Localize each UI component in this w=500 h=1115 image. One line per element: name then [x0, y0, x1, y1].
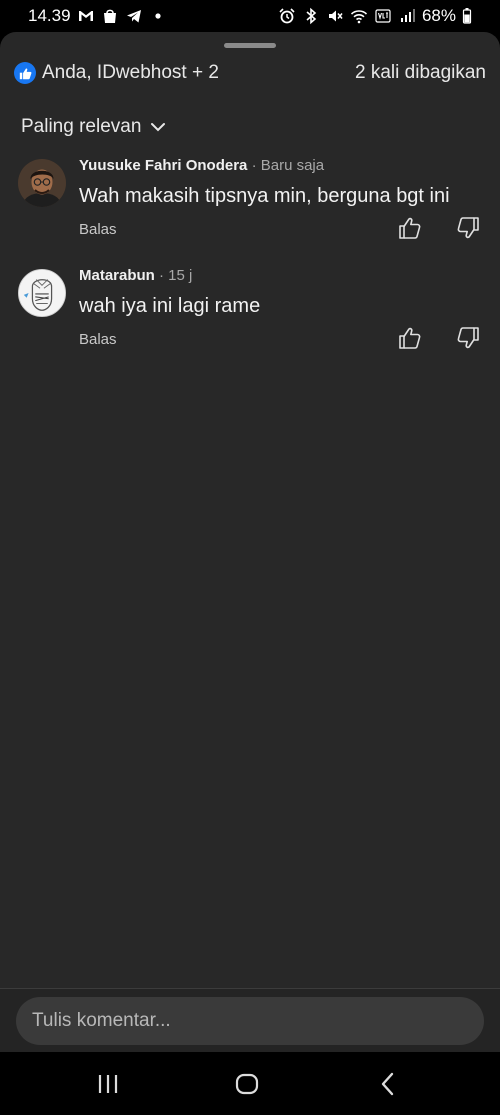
reactions-row: Anda, IDwebhost + 2 2 kali dibagikan: [14, 60, 486, 86]
avatar[interactable]: [18, 269, 66, 317]
comment-composer: [0, 988, 500, 1052]
alarm-icon: [278, 7, 296, 25]
telegram-icon: [125, 7, 143, 25]
thumbs-up-icon[interactable]: [397, 325, 423, 351]
navigation-bar: [0, 1052, 500, 1115]
home-icon[interactable]: [233, 1070, 261, 1098]
volte-icon: [374, 7, 392, 25]
comments-sheet: Anda, IDwebhost + 2 2 kali dibagikan Pal…: [0, 32, 500, 1052]
comment-header: Matarabun · 15 j: [79, 267, 192, 284]
comment-text: Wah makasih tipsnya min, berguna bgt ini: [79, 185, 450, 207]
like-reaction-icon: [14, 62, 36, 84]
comment-input[interactable]: [16, 997, 484, 1045]
status-left: 14.39: [28, 6, 167, 26]
reply-button[interactable]: Balas: [79, 331, 117, 348]
thumbs-down-icon[interactable]: [455, 215, 481, 241]
comment-item: Yuusuke Fahri Onodera · Baru saja Wah ma…: [0, 157, 500, 257]
comment-header: Yuusuke Fahri Onodera · Baru saja: [79, 157, 324, 174]
sheet-drag-handle[interactable]: [224, 43, 276, 48]
gmail-icon: [77, 7, 95, 25]
sort-dropdown[interactable]: Paling relevan: [21, 116, 167, 138]
avatar[interactable]: [18, 159, 66, 207]
recent-apps-icon[interactable]: [94, 1070, 122, 1098]
reactions-summary[interactable]: Anda, IDwebhost + 2: [42, 62, 219, 84]
comment-author[interactable]: Yuusuke Fahri Onodera: [79, 157, 247, 174]
back-icon[interactable]: [374, 1070, 402, 1098]
status-right: 68%: [278, 6, 472, 26]
dot-icon: [149, 7, 167, 25]
battery-icon: [462, 7, 472, 25]
reply-button[interactable]: Balas: [79, 221, 117, 238]
battery-level: 68%: [421, 6, 456, 25]
sort-label: Paling relevan: [21, 116, 142, 137]
mute-icon: [326, 7, 344, 25]
chevron-down-icon: [151, 123, 166, 132]
shopping-bag-icon: [101, 7, 119, 25]
comment-item: Matarabun · 15 j wah iya ini lagi rame B…: [0, 267, 500, 367]
thumbs-down-icon[interactable]: [455, 325, 481, 351]
comment-time: · 15 j: [159, 267, 193, 284]
shares-count[interactable]: 2 kali dibagikan: [355, 62, 486, 84]
status-time: 14.39: [28, 6, 71, 25]
thumbs-up-icon[interactable]: [397, 215, 423, 241]
comment-author[interactable]: Matarabun: [79, 267, 155, 284]
signal-icon: [398, 7, 416, 25]
comment-time: · Baru saja: [251, 157, 325, 174]
status-bar: 14.39 68%: [0, 0, 500, 32]
wifi-icon: [350, 7, 368, 25]
comment-text: wah iya ini lagi rame: [79, 295, 261, 317]
bluetooth-icon: [302, 7, 320, 25]
